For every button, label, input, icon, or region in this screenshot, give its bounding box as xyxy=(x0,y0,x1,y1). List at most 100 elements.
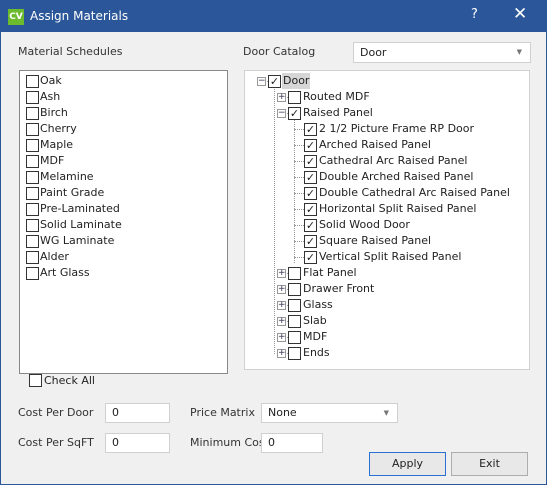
tree-node-label: Door xyxy=(282,73,311,89)
tree-guide-line xyxy=(294,129,304,130)
tree-node[interactable]: ✓ 2 1/2 Picture Frame RP Door xyxy=(245,121,525,137)
tree-guide-line xyxy=(294,225,304,226)
checkbox-icon[interactable] xyxy=(26,171,39,184)
expand-icon[interactable]: + xyxy=(277,301,286,310)
tree-guide-line xyxy=(294,161,304,162)
checkbox-icon[interactable] xyxy=(288,299,301,312)
material-schedules-list[interactable]: Oak Ash Birch Cherry Maple MDF Melamine Paint G… xyxy=(19,70,228,374)
check-all-label: Check All xyxy=(44,374,95,387)
checkbox-icon[interactable]: ✓ xyxy=(304,139,317,152)
checkbox-icon[interactable]: ✓ xyxy=(268,75,281,88)
checkbox-icon[interactable]: ✓ xyxy=(304,235,317,248)
material-label: Solid Laminate xyxy=(40,218,122,231)
apply-button[interactable]: Apply xyxy=(369,452,446,476)
material-label: WG Laminate xyxy=(40,234,115,247)
material-schedules-label: Material Schedules xyxy=(18,45,123,58)
window-title: Assign Materials xyxy=(30,9,129,23)
tree-node[interactable]: ✓ Cathedral Arc Raised Panel xyxy=(245,153,525,169)
door-catalog-tree[interactable]: − ✓ Door + Routed MDF − ✓ Raised Panel ✓ 2 1/2 Pi… xyxy=(244,70,530,370)
tree-node[interactable]: + Slab xyxy=(245,313,525,329)
checkbox-icon[interactable] xyxy=(288,91,301,104)
tree-guide-line xyxy=(294,193,304,194)
close-button[interactable]: ✕ xyxy=(513,4,527,24)
checkbox-icon[interactable] xyxy=(288,267,301,280)
cost-per-door-input[interactable]: 0 xyxy=(105,403,170,423)
collapse-icon[interactable]: − xyxy=(257,77,266,86)
tree-node-label: Routed MDF xyxy=(303,90,370,103)
chevron-down-icon: ▼ xyxy=(516,48,522,56)
checkbox-icon[interactable] xyxy=(26,251,39,264)
tree-node[interactable]: ✓ Horizontal Split Raised Panel xyxy=(245,201,525,217)
tree-node[interactable]: + Drawer Front xyxy=(245,281,525,297)
tree-node[interactable]: − ✓ Door xyxy=(245,73,525,89)
exit-button[interactable]: Exit xyxy=(451,452,528,476)
checkbox-icon[interactable] xyxy=(288,283,301,296)
door-catalog-label: Door Catalog xyxy=(243,45,316,58)
tree-node[interactable]: ✓ Square Raised Panel xyxy=(245,233,525,249)
checkbox-icon[interactable] xyxy=(26,203,39,216)
tree-node[interactable]: + Ends xyxy=(245,345,525,361)
checkbox-icon[interactable]: ✓ xyxy=(288,107,301,120)
checkbox-icon[interactable]: ✓ xyxy=(304,171,317,184)
tree-node-label: Horizontal Split Raised Panel xyxy=(319,202,477,215)
expand-icon[interactable]: + xyxy=(277,317,286,326)
checkbox-icon[interactable] xyxy=(26,123,39,136)
checkbox-icon[interactable] xyxy=(26,267,39,280)
checkbox-icon[interactable] xyxy=(26,235,39,248)
checkbox-icon[interactable] xyxy=(26,139,39,152)
checkbox-icon[interactable]: ✓ xyxy=(304,219,317,232)
tree-node-label: Raised Panel xyxy=(303,106,373,119)
expand-icon[interactable]: + xyxy=(277,285,286,294)
checkbox-icon[interactable]: ✓ xyxy=(304,155,317,168)
tree-node[interactable]: ✓ Solid Wood Door xyxy=(245,217,525,233)
expand-icon[interactable]: + xyxy=(277,349,286,358)
checkbox-icon[interactable]: ✓ xyxy=(304,123,317,136)
material-label: Pre-Laminated xyxy=(40,202,120,215)
tree-node[interactable]: + Routed MDF xyxy=(245,89,525,105)
tree-node[interactable]: ✓ Double Arched Raised Panel xyxy=(245,169,525,185)
tree-node-label: 2 1/2 Picture Frame RP Door xyxy=(319,122,475,135)
door-catalog-select[interactable]: Door ▼ xyxy=(353,42,531,63)
checkbox-icon[interactable] xyxy=(26,155,39,168)
checkbox-icon[interactable] xyxy=(26,107,39,120)
tree-node[interactable]: + MDF xyxy=(245,329,525,345)
door-catalog-value: Door xyxy=(360,46,387,59)
checkbox-icon[interactable] xyxy=(26,91,39,104)
tree-node[interactable]: + Flat Panel xyxy=(245,265,525,281)
assign-materials-dialog: CV Assign Materials ? ✕ Material Schedul… xyxy=(0,0,547,485)
expand-icon[interactable]: + xyxy=(277,333,286,342)
checkbox-icon[interactable] xyxy=(288,315,301,328)
tree-node-label: Cathedral Arc Raised Panel xyxy=(319,154,468,167)
tree-node-label: Ends xyxy=(303,346,330,359)
checkbox-icon[interactable] xyxy=(29,374,42,387)
checkbox-icon[interactable]: ✓ xyxy=(304,203,317,216)
cost-per-door-label: Cost Per Door xyxy=(18,406,94,419)
cost-per-sqft-input[interactable]: 0 xyxy=(105,433,170,453)
tree-node-label: Square Raised Panel xyxy=(319,234,432,247)
price-matrix-select[interactable]: None ▼ xyxy=(261,403,398,423)
expand-icon[interactable]: + xyxy=(277,269,286,278)
material-label: Ash xyxy=(40,90,61,103)
checkbox-icon[interactable] xyxy=(288,347,301,360)
checkbox-icon[interactable] xyxy=(26,219,39,232)
checkbox-icon[interactable] xyxy=(26,187,39,200)
collapse-icon[interactable]: − xyxy=(277,109,286,118)
tree-node[interactable]: ✓ Arched Raised Panel xyxy=(245,137,525,153)
material-label: Birch xyxy=(40,106,68,119)
tree-node[interactable]: ✓ Double Cathedral Arc Raised Panel xyxy=(245,185,525,201)
tree-node[interactable]: − ✓ Raised Panel xyxy=(245,105,525,121)
checkbox-icon[interactable]: ✓ xyxy=(304,251,317,264)
tree-node-label: Arched Raised Panel xyxy=(319,138,431,151)
checkbox-icon[interactable] xyxy=(26,75,39,88)
material-label: Oak xyxy=(40,74,62,87)
price-matrix-label: Price Matrix xyxy=(190,406,255,419)
checkbox-icon[interactable] xyxy=(288,331,301,344)
expand-icon[interactable]: + xyxy=(277,93,286,102)
tree-node[interactable]: + Glass xyxy=(245,297,525,313)
material-label: MDF xyxy=(40,154,65,167)
minimum-cost-input[interactable]: 0 xyxy=(261,433,323,453)
help-button[interactable]: ? xyxy=(471,7,478,22)
tree-node[interactable]: ✓ Vertical Split Raised Panel xyxy=(245,249,525,265)
tree-node-label: Drawer Front xyxy=(303,282,375,295)
checkbox-icon[interactable]: ✓ xyxy=(304,187,317,200)
